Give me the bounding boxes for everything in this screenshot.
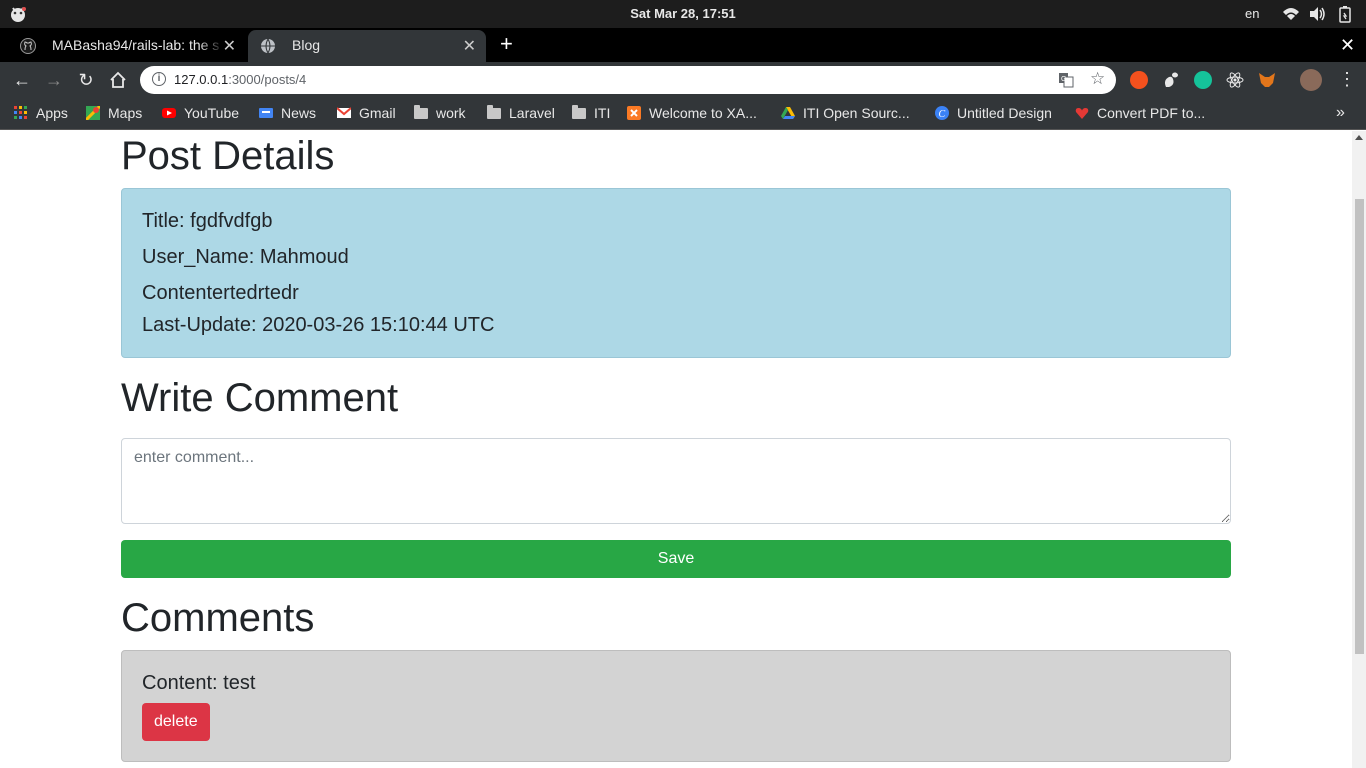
- bookmarks-bar: Apps Maps YouTube News Gmail work Larave…: [0, 98, 1366, 130]
- folder-icon: [487, 105, 501, 119]
- battery-icon[interactable]: [1336, 5, 1354, 23]
- clock[interactable]: Sat Mar 28, 17:51: [0, 6, 1366, 21]
- window-close-icon[interactable]: ✕: [1340, 35, 1355, 56]
- comments-heading: Comments: [121, 596, 315, 640]
- tab-close-icon[interactable]: ✕: [223, 36, 236, 56]
- metamask-fox-icon[interactable]: [1258, 71, 1276, 89]
- back-arrow-icon[interactable]: ←: [12, 70, 32, 90]
- bookmark-apps[interactable]: Apps: [14, 105, 68, 121]
- bookmark-drive[interactable]: ITI Open Sourc...: [781, 105, 910, 121]
- bookmark-label: Apps: [36, 105, 68, 121]
- github-icon: [20, 38, 36, 54]
- scroll-up-arrow-icon[interactable]: [1355, 135, 1363, 140]
- bookmark-label: ITI: [594, 105, 611, 121]
- bookmark-news[interactable]: News: [259, 105, 316, 121]
- bookmark-label: Welcome to XA...: [649, 105, 757, 121]
- bookmark-folder-work[interactable]: work: [414, 105, 466, 121]
- translate-icon[interactable]: G: [1058, 72, 1074, 88]
- tab-strip: MABasha94/rails-lab: the s ✕ Blog ✕ + ✕: [0, 28, 1366, 62]
- new-tab-icon[interactable]: +: [500, 33, 513, 55]
- bookmark-label: Untitled Design: [957, 105, 1052, 121]
- bookmark-canva[interactable]: C Untitled Design: [935, 105, 1052, 121]
- forward-arrow-icon[interactable]: →: [44, 70, 64, 90]
- address-bar[interactable]: i 127.0.0.1:3000/posts/4 G ☆: [140, 66, 1116, 94]
- bookmark-star-icon[interactable]: ☆: [1090, 69, 1105, 89]
- volume-icon[interactable]: [1308, 5, 1326, 23]
- delete-comment-button[interactable]: delete: [142, 703, 210, 741]
- apps-grid-icon: [14, 106, 27, 119]
- wifi-icon[interactable]: [1282, 5, 1300, 23]
- post-last-update: Last-Update: 2020-03-26 15:10:44 UTC: [142, 314, 495, 336]
- home-icon[interactable]: [108, 70, 128, 90]
- bookmark-label: YouTube: [184, 105, 240, 121]
- post-content: Contentertedrtedr: [142, 282, 299, 304]
- bookmark-folder-laravel[interactable]: Laravel: [487, 105, 555, 121]
- xampp-icon: [627, 106, 641, 120]
- folder-icon: [572, 105, 586, 119]
- svg-text:G: G: [1061, 76, 1066, 83]
- post-title: Title: fgdfvdfgb: [142, 210, 273, 232]
- url-text[interactable]: 127.0.0.1:3000/posts/4: [174, 72, 306, 87]
- bookmark-label: Laravel: [509, 105, 555, 121]
- post-details-heading: Post Details: [121, 134, 335, 178]
- bookmarks-overflow-icon[interactable]: »: [1336, 104, 1345, 122]
- react-devtools-icon[interactable]: [1226, 71, 1244, 89]
- save-button[interactable]: Save: [121, 540, 1231, 578]
- bookmark-label: Gmail: [359, 105, 396, 121]
- bookmark-label: work: [436, 105, 466, 121]
- url-path: :3000/posts/4: [228, 72, 307, 87]
- bookmark-folder-iti[interactable]: ITI: [572, 105, 610, 121]
- news-icon: [259, 108, 273, 118]
- maps-icon: [86, 106, 100, 120]
- extension-gnome-icon[interactable]: [1162, 71, 1180, 89]
- profile-avatar[interactable]: [1300, 69, 1322, 91]
- youtube-icon: [162, 108, 176, 118]
- bookmark-convert-pdf[interactable]: Convert PDF to...: [1075, 105, 1205, 121]
- grammarly-icon[interactable]: [1194, 71, 1212, 89]
- site-info-icon[interactable]: i: [152, 72, 166, 86]
- svg-text:C: C: [939, 109, 946, 120]
- url-host: 127.0.0.1: [174, 72, 229, 87]
- bookmark-maps[interactable]: Maps: [86, 105, 142, 121]
- folder-icon: [414, 105, 428, 119]
- bookmark-label: Convert PDF to...: [1097, 105, 1206, 121]
- scrollbar-thumb[interactable]: [1355, 199, 1364, 654]
- extension-infinity-icon[interactable]: [1130, 71, 1148, 89]
- tab-close-icon[interactable]: ✕: [463, 36, 476, 56]
- reload-icon[interactable]: ↻: [76, 70, 96, 90]
- write-comment-heading: Write Comment: [121, 376, 399, 420]
- tab-github[interactable]: MABasha94/rails-lab: the s ✕: [8, 30, 246, 62]
- page-scrollbar[interactable]: [1352, 131, 1366, 768]
- tab-blog[interactable]: Blog ✕: [248, 30, 486, 62]
- canva-icon: C: [935, 106, 949, 120]
- comment-card: Content: test delete: [121, 650, 1231, 762]
- bookmark-label: ITI Open Sourc...: [803, 105, 910, 121]
- page-content: Post Details Title: fgdfvdfgb User_Name:…: [0, 131, 1352, 768]
- bookmark-xampp[interactable]: Welcome to XA...: [627, 105, 757, 121]
- bookmark-gmail[interactable]: Gmail: [337, 105, 396, 121]
- browser-toolbar: ← → ↻ i 127.0.0.1:3000/posts/4 G ☆ ⋮: [0, 62, 1366, 98]
- language-indicator[interactable]: en: [1245, 6, 1259, 21]
- bookmark-youtube[interactable]: YouTube: [162, 105, 239, 121]
- post-card: Title: fgdfvdfgb User_Name: Mahmoud Cont…: [121, 188, 1231, 358]
- globe-icon: [261, 38, 275, 54]
- browser-menu-icon[interactable]: ⋮: [1338, 70, 1356, 88]
- tab-title: MABasha94/rails-lab: the s: [52, 37, 220, 53]
- comment-textarea[interactable]: [121, 438, 1231, 524]
- comment-content: Content: test: [142, 672, 256, 694]
- bookmark-label: News: [281, 105, 317, 121]
- os-top-bar: Sat Mar 28, 17:51 en: [0, 0, 1366, 28]
- gmail-icon: [337, 107, 351, 118]
- pdf-heart-icon: [1075, 108, 1089, 119]
- tab-title: Blog: [292, 37, 321, 53]
- post-user-name: User_Name: Mahmoud: [142, 246, 349, 268]
- drive-icon: [781, 107, 795, 119]
- bookmark-label: Maps: [108, 105, 143, 121]
